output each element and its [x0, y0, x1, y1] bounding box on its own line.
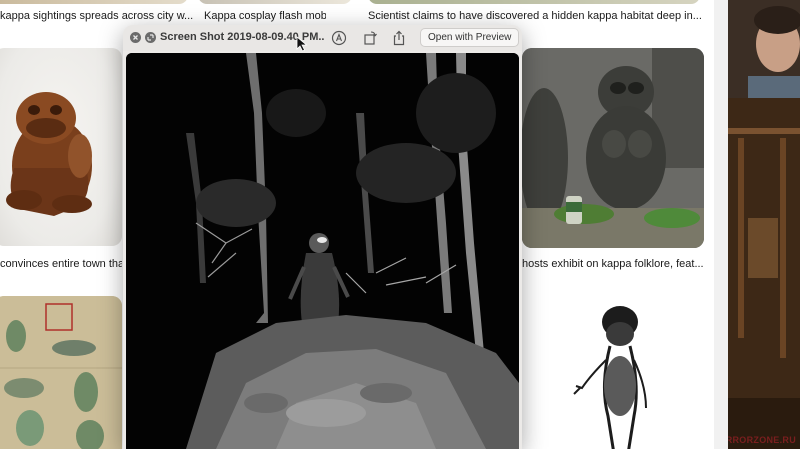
kappa-sketch-image[interactable] — [530, 296, 702, 449]
cursor-icon — [296, 36, 308, 52]
close-icon[interactable] — [130, 32, 141, 43]
browser-scrollbar-gutter — [714, 0, 728, 449]
fullscreen-icon[interactable] — [145, 32, 156, 43]
night-forest-photo — [126, 53, 519, 449]
article-thumbnail[interactable] — [198, 0, 352, 4]
watermark-logo: HORRORZONE.RU — [728, 435, 796, 445]
article-caption[interactable]: Scientist claims to have discovered a hi… — [368, 10, 702, 22]
open-with-preview-button[interactable]: Open with Preview — [420, 28, 520, 47]
rotate-icon[interactable] — [361, 29, 379, 47]
scroll-illustration-image[interactable] — [0, 296, 122, 449]
article-caption[interactable]: Kappa cosplay flash mob sur... — [204, 10, 326, 22]
article-caption[interactable]: convinces entire town tha — [0, 258, 122, 270]
desktop-screen: kappa sightings spreads across city w...… — [0, 0, 800, 449]
markup-icon[interactable] — [330, 29, 348, 47]
netsuke-figure-image[interactable] — [0, 48, 122, 246]
share-icon[interactable] — [390, 29, 408, 47]
article-thumbnail[interactable] — [0, 0, 188, 4]
kappa-statue-photo[interactable] — [522, 48, 704, 248]
quicklook-titlebar[interactable]: Screen Shot 2019-08-09.40 PM.... Open wi… — [123, 25, 522, 51]
background-video-panel: HORRORZONE.RU — [728, 0, 800, 449]
article-thumbnail[interactable] — [368, 0, 700, 4]
quicklook-window[interactable]: Screen Shot 2019-08-09.40 PM.... Open wi… — [123, 25, 522, 449]
article-caption[interactable]: kappa sightings spreads across city w... — [0, 10, 194, 22]
article-caption[interactable]: hosts exhibit on kappa folklore, feat... — [522, 258, 704, 270]
webcam-overlay — [728, 0, 800, 98]
